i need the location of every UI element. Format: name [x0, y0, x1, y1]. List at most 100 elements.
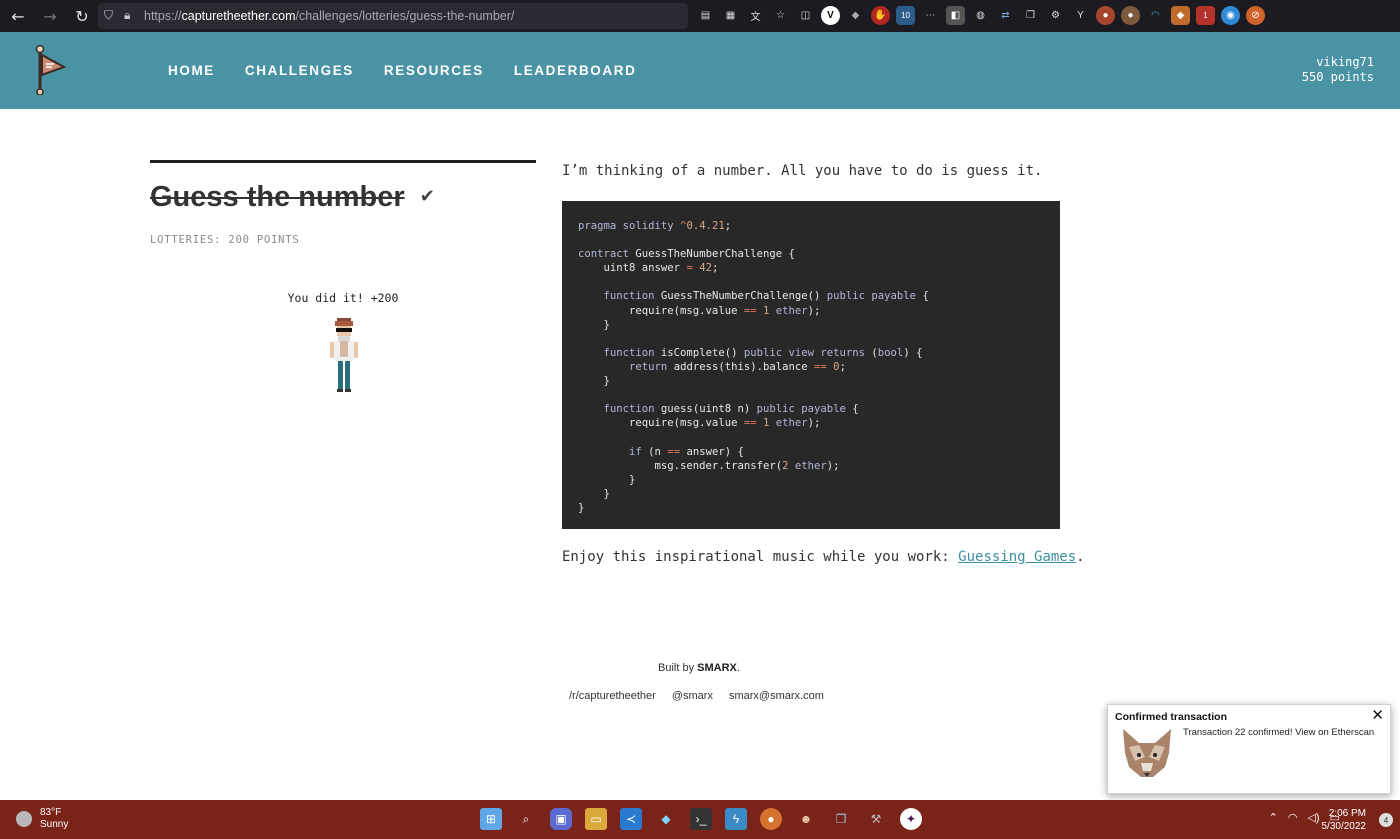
notification-badge[interactable]: 4 — [1379, 813, 1393, 827]
sun-icon — [16, 811, 32, 827]
code-line: pragma solidity ^0.4.21; — [578, 220, 732, 232]
cookie-extension-icon[interactable]: ● — [1121, 6, 1140, 25]
browser-extensions: ▤ ▦ 文 ☆ ◫ V ◆ ✋ 10 ⋯ ◧ ◍ ⇄ ❐ ⚙ Y ● ● ◠ ◆… — [696, 6, 1265, 25]
teams-icon[interactable]: ▣ — [550, 808, 572, 830]
copy-extension-icon[interactable]: ❐ — [1021, 6, 1040, 25]
challenge-info: Guess the number ✔ LOTTERIES: 200 POINTS… — [150, 160, 536, 392]
slack-icon[interactable]: ✦ — [900, 808, 922, 830]
challenge-title: Guess the number — [150, 181, 405, 213]
challenge-intro: I’m thinking of a number. All you have t… — [562, 163, 1043, 179]
close-icon[interactable]: ✕ — [1371, 706, 1384, 724]
user-points: 550 points — [1301, 70, 1374, 84]
translate-icon[interactable]: 文 — [746, 6, 765, 25]
tool-app-icon[interactable]: ⚒ — [865, 808, 887, 830]
terminal-icon[interactable]: ›_ — [690, 808, 712, 830]
code-line: function isComplete() public view return… — [603, 346, 923, 359]
code-line: contract GuessTheNumberChallenge { — [578, 248, 795, 261]
guessing-games-link[interactable]: Guessing Games — [958, 549, 1076, 565]
code-line: if (n == answer) { — [629, 445, 744, 458]
flag-logo-icon[interactable] — [30, 45, 70, 95]
tool-extension-icon[interactable]: ◧ — [946, 6, 965, 25]
metamask-fox-icon — [1123, 729, 1171, 777]
grid-icon[interactable]: ▦ — [721, 6, 740, 25]
browser-toolbar: ← → ↻ ⛉ 🔒︎ https://capturetheether.com/c… — [0, 0, 1400, 32]
v-extension-icon[interactable]: V — [821, 6, 840, 25]
bookmark-star-icon[interactable]: ☆ — [771, 6, 790, 25]
counter-extension-icon[interactable]: 10 — [896, 6, 915, 25]
nav-home[interactable]: HOME — [168, 63, 215, 78]
speaker-icon[interactable]: ◁) — [1307, 811, 1319, 824]
settings-extension-icon[interactable]: ⚙ — [1046, 6, 1065, 25]
extension-icon[interactable]: ◆ — [846, 6, 865, 25]
code-line: function guess(uint8 n) public payable { — [603, 403, 859, 416]
weather-condition: Sunny — [40, 819, 69, 830]
red-extension-icon[interactable]: ● — [1096, 6, 1115, 25]
wifi-icon[interactable]: ◠ — [1288, 811, 1298, 824]
smarx-link[interactable]: SMARX — [697, 662, 737, 674]
temperature: 83°F — [40, 807, 62, 818]
code-line: function GuessTheNumberChallenge() publi… — [603, 290, 929, 303]
yr-extension-icon[interactable]: Y — [1071, 6, 1090, 25]
lock-icon[interactable]: 🔒︎ — [124, 8, 130, 23]
date: 5/30/2022 — [1321, 821, 1367, 832]
reload-icon[interactable]: ↻ — [68, 2, 96, 30]
orange-extension-icon[interactable]: ⊘ — [1246, 6, 1265, 25]
address-bar[interactable]: ⛉ 🔒︎ https://capturetheether.com/challen… — [98, 3, 688, 29]
transaction-notification[interactable]: Confirmed transaction ✕ Transaction 22 c… — [1107, 704, 1391, 794]
file-explorer-icon[interactable]: ▭ — [585, 808, 607, 830]
twitter-link[interactable]: @smarx — [672, 690, 713, 702]
badge-extension-icon[interactable]: 1 — [1196, 6, 1215, 25]
teal-extension-icon[interactable]: ◠ — [1146, 6, 1165, 25]
translate-extension-icon[interactable]: ⇄ — [996, 6, 1015, 25]
email-link[interactable]: smarx@smarx.com — [729, 690, 824, 702]
code-line: } — [578, 473, 636, 486]
footer-links: /r/capturetheether @smarx smarx@smarx.co… — [569, 690, 824, 702]
chevron-up-icon[interactable]: ⌃ — [1269, 811, 1278, 824]
fox-extension-icon[interactable]: ◆ — [1171, 6, 1190, 25]
search-icon[interactable]: ⌕ — [515, 808, 537, 830]
nav-resources[interactable]: RESOURCES — [384, 63, 484, 78]
pixel-character-icon — [330, 318, 358, 392]
notification-body: Transaction 22 confirmed! View on Ethers… — [1183, 727, 1375, 738]
code-line: } — [578, 501, 585, 514]
time: 2:06 PM — [1328, 808, 1366, 819]
dots-icon[interactable]: ⋯ — [921, 6, 940, 25]
challenge-category: LOTTERIES: 200 POINTS — [150, 234, 300, 246]
user-info[interactable]: viking71 550 points — [1302, 55, 1374, 85]
forward-icon[interactable]: → — [36, 2, 64, 30]
virtualbox-icon[interactable]: ❒ — [830, 808, 852, 830]
firefox-icon[interactable]: ● — [760, 808, 782, 830]
code-line: } — [578, 318, 610, 331]
reader-view-icon[interactable]: ▤ — [696, 6, 715, 25]
ublock-icon[interactable]: ✋ — [871, 6, 890, 25]
lightning-app-icon[interactable]: ϟ — [725, 808, 747, 830]
reddit-link[interactable]: /r/capturetheether — [569, 690, 656, 702]
code-line: return address(this).balance == 0; — [629, 360, 846, 373]
url-text: https://capturetheether.com/challenges/l… — [144, 9, 515, 23]
code-line: uint8 answer = 42; — [578, 262, 719, 275]
vscode-icon[interactable]: ≺ — [620, 808, 642, 830]
character-app-icon[interactable]: ☻ — [795, 808, 817, 830]
music-note: Enjoy this inspirational music while you… — [562, 549, 1085, 565]
code-block: pragma solidity ^0.4.21; contract GuessT… — [562, 201, 1060, 529]
notification-title: Confirmed transaction — [1115, 711, 1228, 723]
clock[interactable]: 2:06 PM 5/30/2022 — [1322, 807, 1367, 833]
nav-leaderboard[interactable]: LEADERBOARD — [514, 63, 637, 78]
main-nav: HOME CHALLENGES RESOURCES LEADERBOARD — [168, 63, 636, 78]
back-icon[interactable]: ← — [4, 2, 32, 30]
sync-extension-icon[interactable]: ◍ — [971, 6, 990, 25]
crystal-app-icon[interactable]: ◆ — [655, 808, 677, 830]
code-line: require(msg.value == 1 ether); — [578, 417, 821, 430]
nav-challenges[interactable]: CHALLENGES — [245, 63, 354, 78]
start-icon[interactable]: ⊞ — [480, 808, 502, 830]
pocket-icon[interactable]: ◫ — [796, 6, 815, 25]
code-line: msg.sender.transfer(2 ether); — [578, 459, 840, 472]
blue-extension-icon[interactable]: ◉ — [1221, 6, 1240, 25]
weather-widget[interactable]: 83°F Sunny — [16, 807, 68, 831]
shield-icon[interactable]: ⛉ — [104, 8, 113, 23]
taskbar-apps: ⊞ ⌕ ▣ ▭ ≺ ◆ ›_ ϟ ● ☻ ❒ ⚒ ✦ — [480, 808, 922, 830]
success-message: You did it! +200 — [287, 291, 399, 305]
